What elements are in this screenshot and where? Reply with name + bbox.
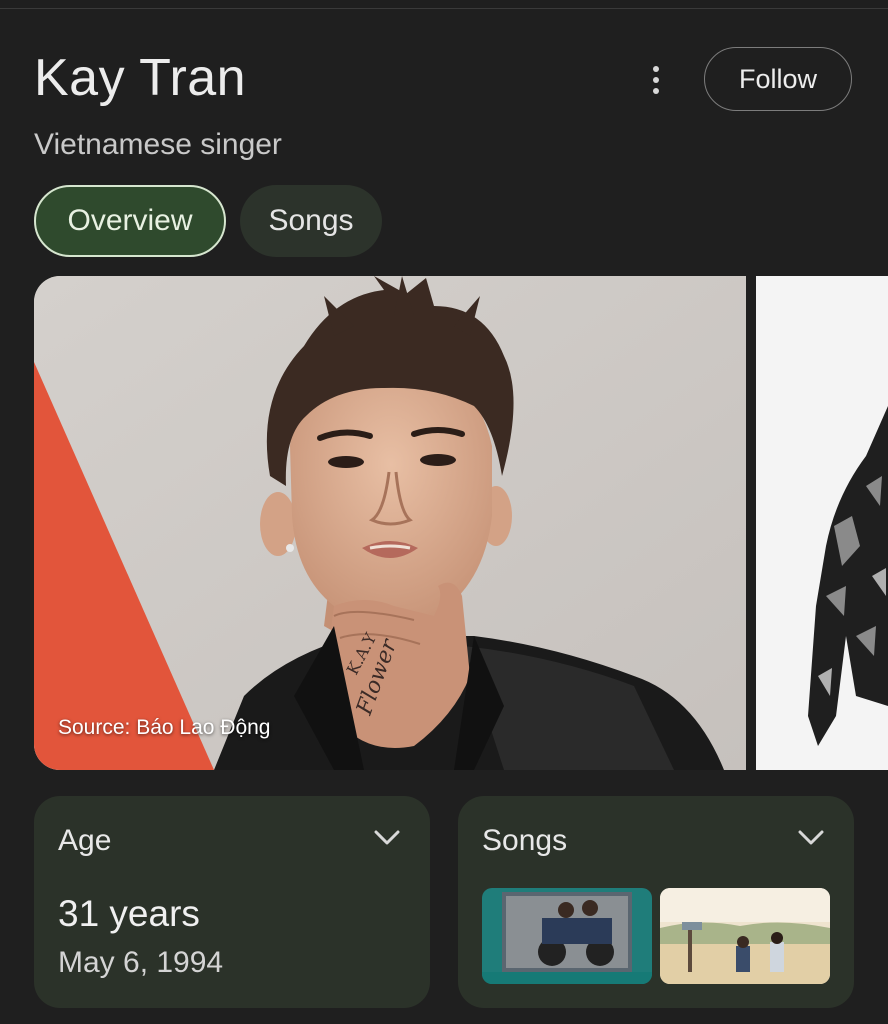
songs-card-title: Songs xyxy=(482,824,568,857)
follow-button[interactable]: Follow xyxy=(704,47,852,111)
secondary-image[interactable] xyxy=(756,276,888,770)
chevron-down-icon[interactable] xyxy=(374,830,400,846)
song-thumbnail-image xyxy=(660,888,830,984)
songs-card[interactable]: Songs xyxy=(458,796,854,1008)
age-value: 31 years xyxy=(58,893,200,934)
song-thumbnail-image xyxy=(482,888,652,984)
hero-image[interactable]: Flower K.A.Y Source: Báo Lao Động xyxy=(34,276,746,770)
portrait-illustration: Flower K.A.Y xyxy=(34,276,746,770)
page-title: Kay Tran xyxy=(34,49,247,107)
age-card[interactable]: Age 31 years May 6, 1994 xyxy=(34,796,430,1008)
page-subtitle: Vietnamese singer xyxy=(34,128,282,161)
more-vert-icon-dot xyxy=(653,77,659,83)
tab-bar: Overview Songs xyxy=(34,185,382,257)
tab-songs[interactable]: Songs xyxy=(240,185,382,257)
knowledge-panel: Kay Tran Vietnamese singer Follow Overvi… xyxy=(0,0,888,1024)
more-vert-icon xyxy=(653,66,659,72)
age-card-title: Age xyxy=(58,824,112,857)
song-thumbnail[interactable] xyxy=(482,888,652,984)
more-options-button[interactable] xyxy=(638,60,674,100)
jacket-illustration xyxy=(756,276,888,770)
chevron-down-icon[interactable] xyxy=(798,830,824,846)
image-source-label: Source: Báo Lao Động xyxy=(58,716,271,739)
tab-overview[interactable]: Overview xyxy=(34,185,226,257)
song-thumbnail[interactable] xyxy=(660,888,830,984)
top-divider xyxy=(0,0,888,9)
more-vert-icon-dot xyxy=(653,88,659,94)
birth-date: May 6, 1994 xyxy=(58,946,224,979)
